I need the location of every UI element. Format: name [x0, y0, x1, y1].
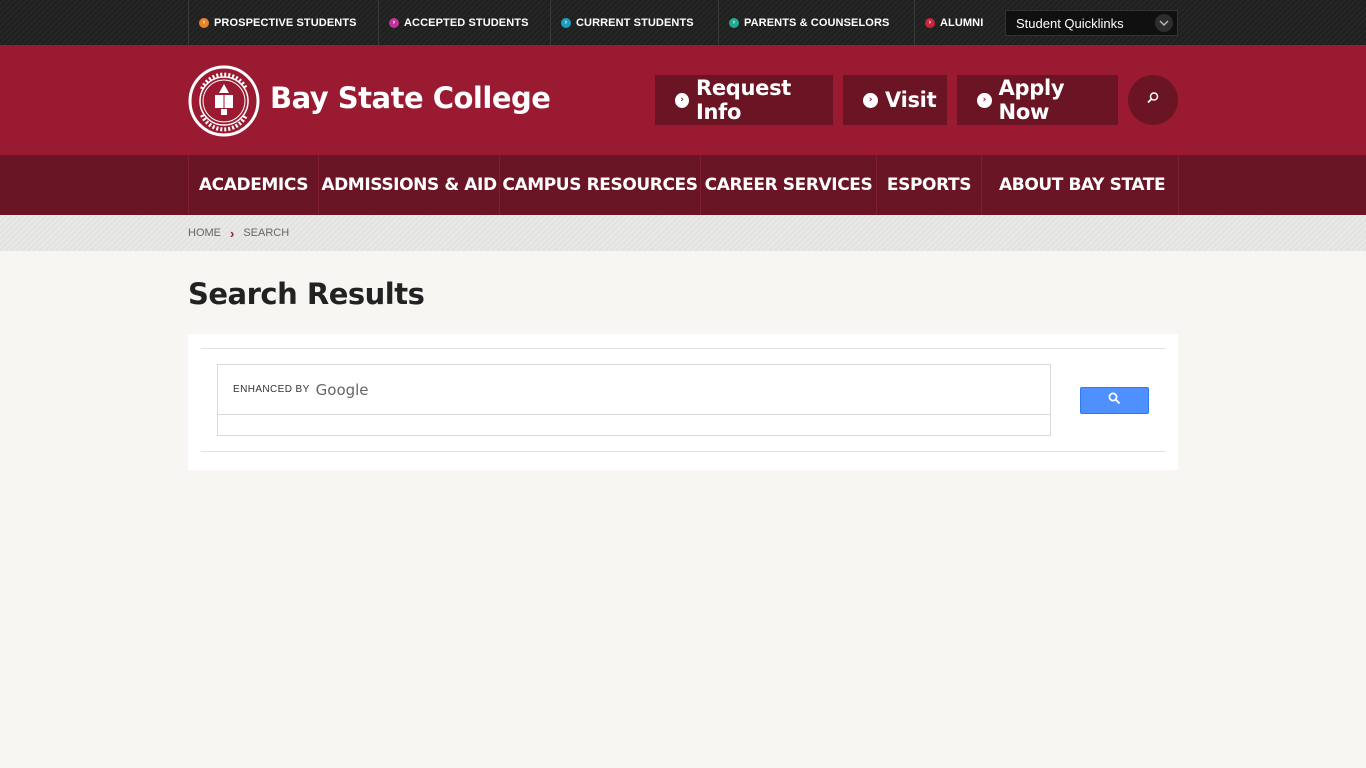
request-info-button[interactable]: › Request Info — [655, 75, 833, 125]
top-link-current-students[interactable]: › Current Students — [550, 0, 718, 45]
request-info-label: Request Info — [695, 76, 792, 124]
site-search-button[interactable] — [1128, 75, 1178, 125]
search-input[interactable]: ENHANCED BY Google — [218, 365, 1050, 415]
search-icon — [1146, 91, 1160, 110]
chevron-right-icon: › — [389, 17, 399, 28]
chevron-right-icon: › — [925, 17, 935, 28]
chevron-right-icon: › — [230, 225, 235, 241]
google-logo: Google — [315, 380, 369, 399]
college-name-logo[interactable]: Bay State College — [270, 81, 551, 115]
page-title: Search Results — [188, 277, 425, 311]
top-link-prospective-students[interactable]: › Prospective Students — [188, 0, 378, 45]
top-link-parents-counselors[interactable]: › Parents & Counselors — [718, 0, 914, 45]
top-link-accepted-students[interactable]: › Accepted Students — [378, 0, 550, 45]
breadcrumb: HOME › SEARCH — [0, 215, 1366, 251]
site-header-inner: Bay State College › Request Info › Visit… — [188, 45, 1178, 155]
search-results-panel: ENHANCED BY Google — [188, 334, 1178, 470]
visit-button[interactable]: › Visit — [843, 75, 947, 125]
apply-now-label: Apply Now — [998, 76, 1065, 124]
utility-bar-inner: › Prospective Students › Accepted Studen… — [188, 0, 1178, 45]
quicklinks-label: Student Quicklinks — [1016, 15, 1124, 31]
top-link-label: Accepted Students — [404, 16, 529, 29]
chevron-right-icon: › — [977, 92, 992, 108]
college-seal-logo[interactable] — [188, 65, 260, 137]
top-link-label: Alumni — [940, 16, 984, 29]
chevron-down-icon — [1155, 14, 1173, 32]
nav-item-campus-resources[interactable]: CAMPUS RESOURCES — [500, 155, 701, 215]
breadcrumb-inner: HOME › SEARCH — [188, 215, 1178, 251]
chevron-right-icon: › — [863, 92, 878, 108]
chevron-right-icon: › — [561, 17, 571, 28]
student-quicklinks-select[interactable]: Student Quicklinks — [1005, 10, 1178, 36]
top-link-label: Current Students — [576, 16, 694, 29]
search-icon — [1108, 392, 1121, 410]
main-navigation: ACADEMICS ADMISSIONS & AID CAMPUS RESOUR… — [0, 155, 1366, 215]
utility-bar: › Prospective Students › Accepted Studen… — [0, 0, 1366, 45]
breadcrumb-home-link[interactable]: HOME — [188, 227, 221, 239]
nav-item-esports[interactable]: ESPORTS — [877, 155, 982, 215]
top-link-label: Parents & Counselors — [744, 16, 890, 29]
google-search-button[interactable] — [1080, 387, 1149, 414]
main-navigation-inner: ACADEMICS ADMISSIONS & AID CAMPUS RESOUR… — [188, 155, 1179, 215]
divider — [201, 348, 1165, 349]
divider — [201, 451, 1165, 452]
site-header: Bay State College › Request Info › Visit… — [0, 45, 1366, 155]
chevron-right-icon: › — [199, 17, 209, 28]
nav-item-about-bay-state[interactable]: ABOUT BAY STATE — [982, 155, 1179, 215]
nav-item-career-services[interactable]: CAREER SERVICES — [701, 155, 877, 215]
chevron-right-icon: › — [675, 92, 689, 108]
breadcrumb-current: SEARCH — [243, 227, 290, 239]
top-link-alumni[interactable]: › Alumni — [914, 0, 1004, 45]
apply-now-button[interactable]: › Apply Now — [957, 75, 1118, 125]
visit-label: Visit — [885, 88, 937, 112]
nav-item-admissions-aid[interactable]: ADMISSIONS & AID — [319, 155, 500, 215]
top-link-label: Prospective Students — [214, 16, 357, 29]
nav-item-academics[interactable]: ACADEMICS — [189, 155, 319, 215]
google-search-box: ENHANCED BY Google — [217, 364, 1051, 436]
chevron-right-icon: › — [729, 17, 739, 28]
enhanced-by-label: ENHANCED BY — [233, 384, 310, 395]
